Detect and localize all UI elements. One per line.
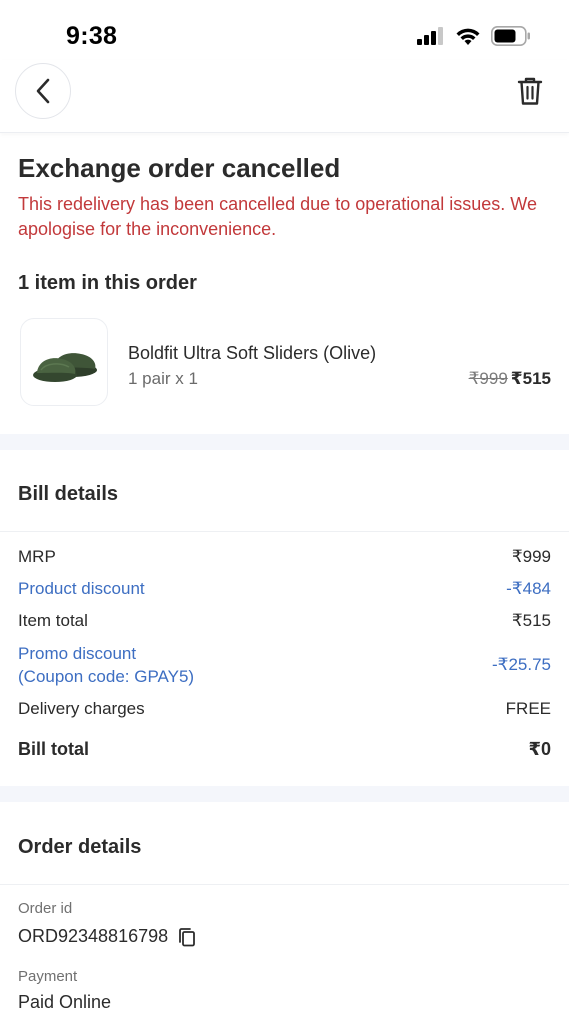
bill-row-mrp: MRP ₹999 [18,545,551,568]
product-quantity: 1 pair x 1 [128,369,198,388]
bill-row-value: ₹999 [511,546,551,566]
divider [0,531,569,532]
status-icons [417,26,531,46]
order-details-heading: Order details [18,836,142,858]
bill-row-value: ₹515 [511,610,551,630]
back-button[interactable] [15,63,71,119]
bill-details-heading: Bill details [18,483,119,505]
bill-row-item-total: Item total ₹515 [18,609,551,632]
bill-row-value: FREE [505,698,551,718]
promo-discount-label: Promo discount [18,644,137,663]
order-id-label: Order id [18,900,73,917]
section-separator [0,434,569,450]
coupon-code-label: (Coupon code: GPAY5) [18,667,195,686]
chevron-left-icon [36,78,50,104]
trash-icon [517,77,543,105]
slider-sandal-icon [33,353,97,382]
battery-icon [491,26,530,46]
bill-row-product-discount: Product discount -₹484 [18,577,551,600]
payment-label: Payment [18,968,78,985]
bill-row-label: Item total [18,611,88,630]
order-id-value: ORD92348816798 [18,926,169,946]
wifi-icon [456,28,480,45]
top-app-bar [0,60,569,133]
bill-row-value: ₹0 [528,739,551,759]
bill-row-value: -₹484 [506,578,551,598]
bill-row-label: Bill total [18,739,89,759]
bill-row-label: Product discount [18,579,145,598]
status-time: 9:38 [66,22,118,50]
product-image[interactable] [20,318,108,406]
section-separator [0,786,569,802]
page-title: Exchange order cancelled [18,153,341,183]
product-name[interactable]: Boldfit Ultra Soft Sliders (Olive) [128,343,376,364]
bill-row-delivery: Delivery charges FREE [18,697,551,720]
bill-row-total: Bill total ₹0 [18,738,551,761]
bill-row-label: MRP [18,547,56,566]
status-bar: 9:38 [0,0,569,60]
items-heading: 1 item in this order [18,272,197,294]
cellular-signal-icon [417,27,443,45]
order-id-row: ORD92348816798 [18,926,196,947]
divider [0,884,569,885]
delete-order-button[interactable] [515,74,545,108]
bill-row-label: Delivery charges [18,699,145,718]
product-price: ₹999 ₹515 [469,369,551,389]
bill-row-label: Promo discount (Coupon code: GPAY5) [18,642,194,688]
cancellation-message: This redelivery has been cancelled due t… [18,194,537,239]
product-selling-price: ₹515 [510,369,551,388]
product-mrp: ₹999 [468,369,508,388]
copy-icon[interactable] [178,927,196,947]
payment-value: Paid Online [18,992,112,1012]
bill-row-value: -₹25.75 [491,655,551,674]
bill-row-promo-discount: Promo discount (Coupon code: GPAY5) -₹25… [18,642,551,688]
